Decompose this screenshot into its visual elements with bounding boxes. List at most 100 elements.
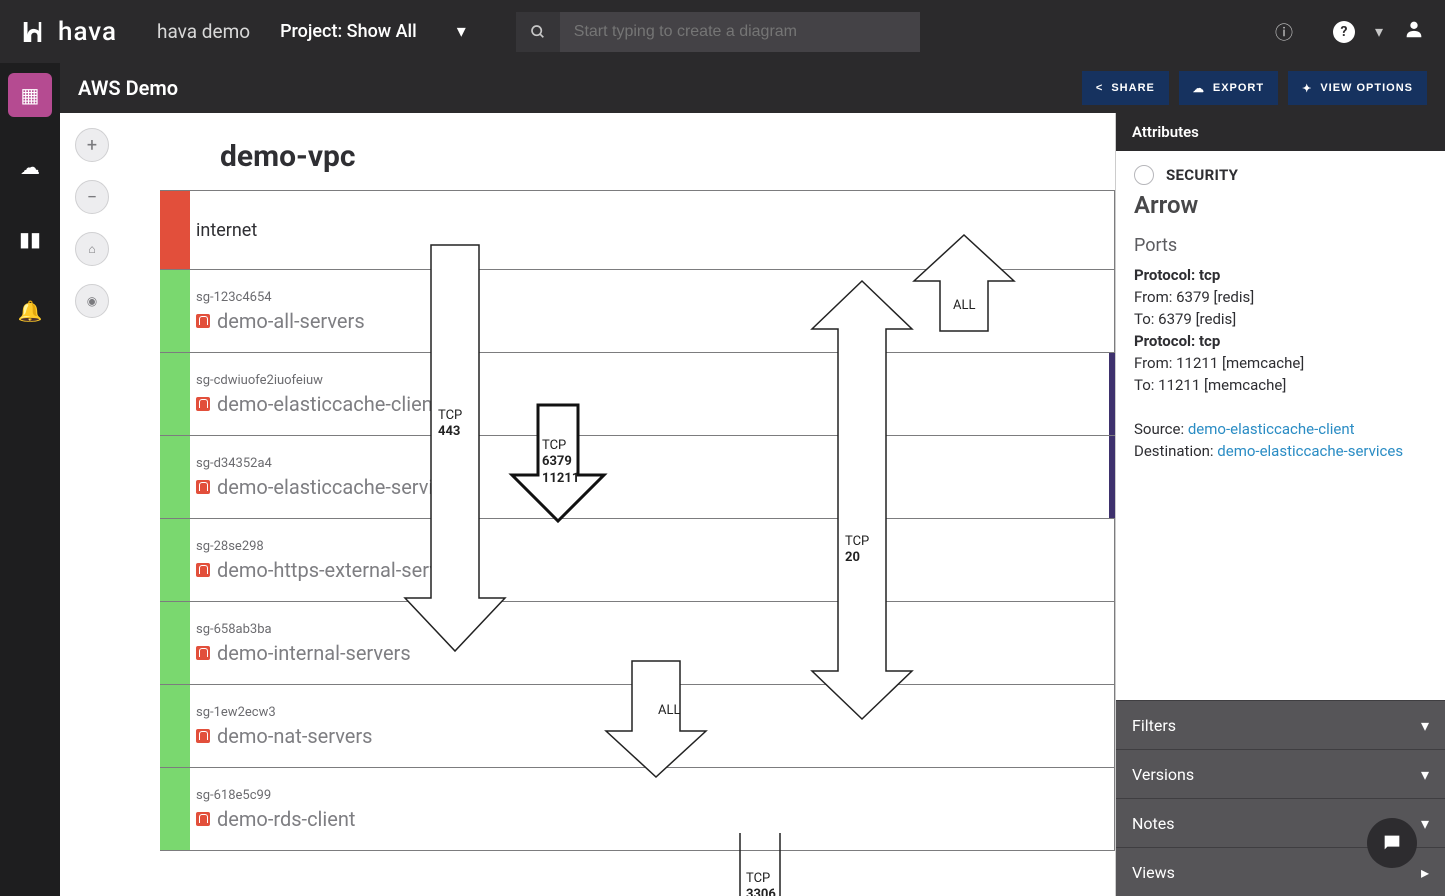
sg-row[interactable]: sg-28se298 demo-https-external-servers [160, 518, 1115, 602]
proto-2: Protocol: tcp [1134, 332, 1220, 350]
target-icon: ◉ [87, 294, 97, 308]
edge-bar [160, 353, 190, 435]
label-arrow1: TCP443 [438, 408, 462, 441]
search-icon[interactable] [516, 12, 560, 52]
sg-row[interactable]: sg-618e5c99 demo-rds-client [160, 767, 1115, 851]
sg-id: sg-cdwiuofe2iuofeiuw [196, 373, 439, 388]
chevron-down-icon: ▾ [457, 21, 466, 42]
sg-id: sg-28se298 [196, 539, 466, 554]
topbar: hava hava demo Project: Show All ▾ ⓘ ? ▾ [0, 0, 1445, 63]
edge-bar [160, 602, 190, 684]
logo-text: hava [58, 17, 117, 47]
row-internet[interactable]: internet [160, 190, 1115, 270]
sidebar-item-alerts[interactable]: 🔔 [8, 289, 52, 333]
bell-icon: 🔔 [18, 299, 43, 323]
sidebar-item-reports[interactable]: ▮▮ [8, 217, 52, 261]
view-options-button[interactable]: ✦VIEW OPTIONS [1288, 71, 1427, 105]
proto-1: Protocol: tcp [1134, 266, 1220, 284]
project-selector[interactable]: Project: Show All ▾ [280, 21, 466, 42]
info-icon[interactable]: ⓘ [1275, 19, 1293, 45]
attributes-header[interactable]: Attributes [1116, 113, 1445, 151]
sg-id: sg-1ew2ecw3 [196, 705, 373, 720]
security-group-icon [196, 397, 210, 411]
security-group-icon [196, 563, 210, 577]
center-button[interactable]: ◉ [75, 284, 109, 318]
chevron-down-icon: ▾ [1421, 814, 1429, 833]
security-group-icon [196, 480, 210, 494]
project-label: Project: Show All [280, 21, 417, 42]
edge-bar-right [1109, 353, 1115, 435]
sidebar: ▦ ☁ ▮▮ 🔔 [0, 63, 60, 896]
from-2: From: 11211 [memcache] [1134, 354, 1427, 372]
sg-row[interactable]: sg-658ab3ba demo-internal-servers [160, 601, 1115, 685]
sg-name: demo-elasticcache-client [196, 392, 439, 416]
label-arrow3: ALL [658, 703, 680, 719]
from-1: From: 6379 [redis] [1134, 288, 1427, 306]
security-icon [1134, 165, 1154, 185]
diagram-canvas[interactable]: + − ⌂ ◉ demo-vpc internet sg-123c4654 dem… [60, 113, 1115, 896]
search-group [516, 12, 920, 52]
sg-id: sg-123c4654 [196, 290, 365, 305]
label-arrow5: ALL [953, 298, 975, 314]
sg-row[interactable]: sg-1ew2ecw3 demo-nat-servers [160, 684, 1115, 768]
download-icon: ☁ [1193, 82, 1205, 95]
internet-label: internet [196, 220, 257, 241]
edge-bar [160, 768, 190, 850]
export-button[interactable]: ☁EXPORT [1179, 71, 1278, 105]
actionbar: AWS Demo <SHARE ☁EXPORT ✦VIEW OPTIONS [60, 63, 1445, 113]
label-arrow6: TCP3306 [746, 871, 776, 896]
security-label: SECURITY [1166, 166, 1238, 184]
edge-bar [160, 685, 190, 767]
brand-text: hava demo [157, 20, 250, 43]
sg-id: sg-618e5c99 [196, 788, 355, 803]
edge-bar [160, 519, 190, 601]
edge-bar [160, 191, 190, 269]
logo: hava [20, 16, 117, 48]
sg-name: demo-internal-servers [196, 641, 411, 665]
logo-icon [20, 16, 52, 48]
chevron-down-icon: ▾ [1421, 765, 1429, 784]
sg-id: sg-658ab3ba [196, 622, 411, 637]
cloud-icon: ☁ [20, 155, 40, 179]
source-link[interactable]: demo-elasticcache-client [1188, 420, 1355, 438]
zoom-in-button[interactable]: + [75, 128, 109, 162]
security-group-icon [196, 729, 210, 743]
search-input[interactable] [560, 12, 920, 52]
chevron-down-icon: ▾ [1421, 716, 1429, 735]
sg-name: demo-all-servers [196, 309, 365, 333]
fit-button[interactable]: ⌂ [75, 232, 109, 266]
security-group-icon [196, 812, 210, 826]
source-label: Source: [1134, 420, 1188, 438]
zoom-out-button[interactable]: − [75, 180, 109, 214]
user-icon[interactable] [1403, 18, 1425, 46]
sg-row[interactable]: sg-cdwiuofe2iuofeiuw demo-elasticcache-cl… [160, 352, 1115, 436]
attributes-panel: Attributes SECURITY Arrow Ports Protocol… [1115, 113, 1445, 896]
accordion-versions[interactable]: Versions▾ [1116, 749, 1445, 798]
page-title: AWS Demo [78, 76, 178, 100]
edge-bar [160, 270, 190, 352]
share-icon: < [1096, 82, 1103, 94]
chat-widget[interactable] [1367, 818, 1417, 868]
sidebar-item-diagrams[interactable]: ▦ [8, 73, 52, 117]
chevron-down-icon-2[interactable]: ▾ [1375, 22, 1383, 41]
vpc-title: demo-vpc [220, 139, 1115, 174]
accordion-filters[interactable]: Filters▾ [1116, 700, 1445, 749]
share-button[interactable]: <SHARE [1082, 71, 1169, 105]
sg-name: demo-nat-servers [196, 724, 373, 748]
sg-id: sg-d34352a4 [196, 456, 465, 471]
diagram-icon: ▦ [21, 83, 40, 107]
label-arrow4: TCP20 [845, 534, 869, 567]
dest-link[interactable]: demo-elasticcache-services [1217, 442, 1403, 460]
gear-icon: ✦ [1302, 82, 1312, 95]
sg-name: demo-https-external-servers [196, 558, 466, 582]
sg-row[interactable]: sg-d34352a4 demo-elasticcache-services [160, 435, 1115, 519]
to-1: To: 6379 [redis] [1134, 310, 1427, 328]
sg-name: demo-elasticcache-services [196, 475, 465, 499]
security-group-icon [196, 646, 210, 660]
edge-bar [160, 436, 190, 518]
edge-bar-right [1109, 436, 1115, 518]
help-icon[interactable]: ? [1333, 21, 1355, 43]
label-arrow2: TCP637911211 [542, 438, 579, 487]
sg-name: demo-rds-client [196, 807, 355, 831]
sidebar-item-cloud[interactable]: ☁ [8, 145, 52, 189]
